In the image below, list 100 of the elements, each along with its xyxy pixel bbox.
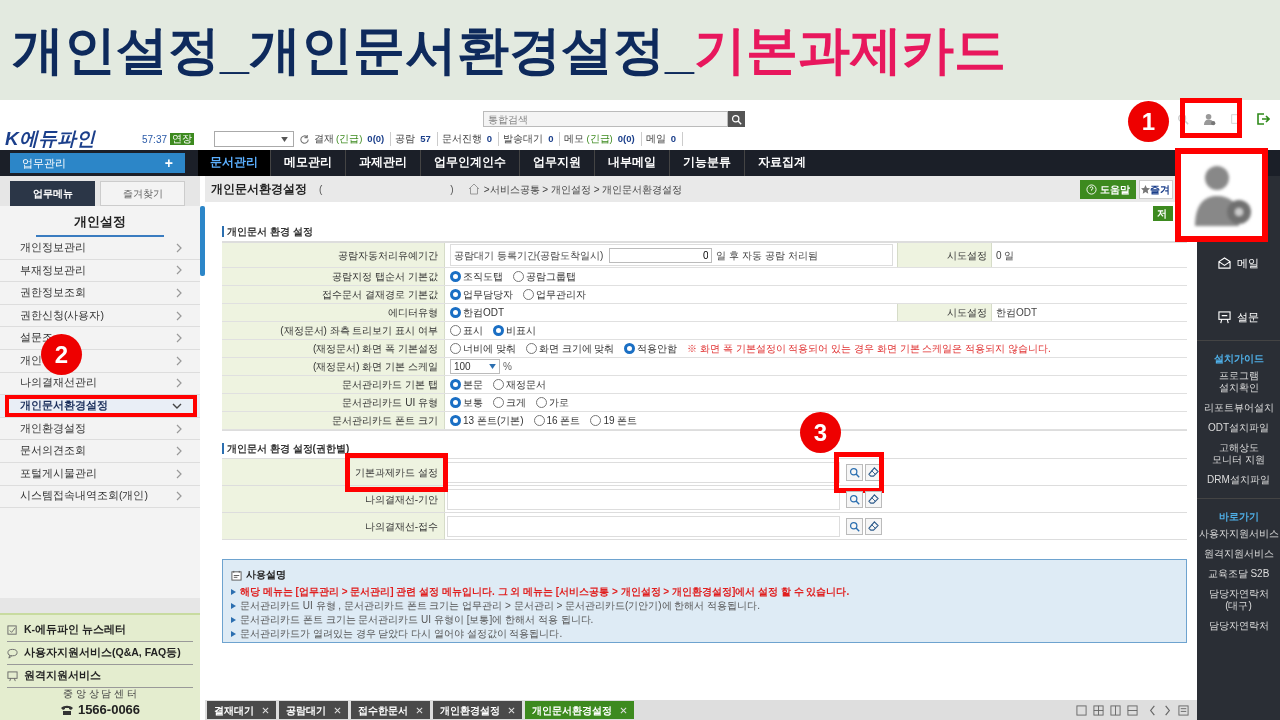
guide-text: 해당 메뉴는 [업무관리 > 문서관리] 관련 설정 메뉴입니다. 그 외 메뉴는 [서비스공통 > 개인설정 > 개인환경설정]에서 설정 할 수 있습니다. [240,585,850,599]
panel-link[interactable]: ODT설치파일 [1207,421,1270,434]
radio-button[interactable] [450,379,461,390]
open-page-tab[interactable]: 결재대기 [207,701,276,719]
chat-bubble-icon [7,647,18,659]
mail-icon [1218,257,1231,271]
radio-button[interactable] [493,379,504,390]
radio-button[interactable] [450,307,461,318]
clear-button[interactable] [865,517,882,535]
text-input[interactable] [447,488,840,510]
field-value: 한컴ODT [995,306,1039,320]
sidebar-menu-item[interactable]: 개인환경설정 [0,417,200,441]
radio-button[interactable] [450,271,461,282]
radio-button[interactable] [450,415,461,426]
panel-link[interactable]: 사용자지원서비스 [1198,527,1279,540]
guide-text: 문서관리카드가 열려있는 경우 닫았다 다시 열어야 설정값이 적용됩니다. [240,627,563,641]
number-input[interactable]: 0 [609,247,713,263]
next-icon[interactable] [1163,704,1172,716]
radio-label: 업무관리자 [536,288,586,302]
panel-link[interactable]: 교육조달 S2B [1207,567,1270,580]
radio-button[interactable] [493,325,504,336]
panel-link[interactable]: 고해상도 모니터 지원 [1212,441,1265,466]
radio-label: 화면 크기에 맞춰 [538,342,615,356]
user-settings-icon[interactable] [1203,112,1216,126]
caret-icon [281,136,289,142]
tab-list-icon[interactable] [1178,704,1189,716]
status-counter[interactable]: 메모 (긴급) 0(0) [564,131,642,147]
panel-link[interactable]: 담당자연락처 (대구) [1208,587,1269,612]
panel-link[interactable]: DRM설치파일 [1207,473,1270,486]
filter-dropdown[interactable] [214,131,295,147]
quick-link[interactable]: 설문 [1218,309,1259,326]
radio-button[interactable] [525,343,537,354]
panel-toggle-handle[interactable] [200,206,205,276]
field-label: 문서관리카드 기본 탭 [222,376,445,393]
open-page-tab[interactable]: 접수한문서 [351,701,430,719]
save-button[interactable]: 저 [1153,206,1173,221]
quick-link[interactable]: 메일 [1218,256,1259,272]
radio-button[interactable] [450,325,461,336]
status-counter[interactable]: 결재 (긴급) 0(0) [314,131,392,147]
extend-badge[interactable]: 연장 [170,133,195,145]
panel-link[interactable]: 담당자연락처 [1208,619,1269,632]
status-counter[interactable]: 메일 0 [645,131,683,147]
sidebar-tab[interactable]: 즐겨찾기 [100,181,185,206]
radio-button[interactable] [493,397,504,408]
radio-button[interactable] [624,343,636,354]
search-button[interactable] [846,463,863,481]
field-label: 접수문서 결재경로 기본값 [222,286,445,303]
guide-text: 문서관리카드 UI 유형 , 문서관리카드 폰트 크기는 업무관리 > 문서관리 > 문서관리카드(기안기)에 한해서 적용됩니다. [240,599,760,613]
grid-view-icon[interactable] [1093,704,1104,716]
logout-icon[interactable] [1256,112,1270,126]
business-menu-button[interactable]: 업무관리 + [10,153,185,173]
bookmark-button[interactable]: 즐겨 [1139,179,1173,199]
support-link[interactable]: K-에듀파인 뉴스레터 [7,619,193,642]
sidebar-tab[interactable]: 업무메뉴 [10,181,95,206]
text-input[interactable] [447,461,840,483]
refresh-icon[interactable] [299,133,311,145]
status-counter[interactable]: 발송대기 0 [503,131,561,147]
radio-button[interactable] [450,343,461,354]
search-field[interactable]: 통합검색 [483,111,728,127]
radio-button[interactable] [450,289,461,300]
open-page-tab[interactable]: 개인문서환경설정 [525,701,634,719]
presentation-icon [1218,311,1231,325]
sidebar-menu-item[interactable]: 부재정보관리 [0,259,200,283]
chevron-right-icon [174,446,182,457]
sidebar-menu-item[interactable]: 개인정보관리 [0,237,200,260]
sidebar-menu-item[interactable]: 시스템접속내역조회(개인) [0,485,200,509]
help-button[interactable]: 도움말 [1080,179,1136,199]
support-link[interactable]: 원격지원서비스 [7,665,193,688]
chevron-right-icon [174,288,182,298]
scale-dropdown[interactable]: 100 [450,359,500,374]
search-button[interactable] [728,111,745,127]
radio-label: 크게 [506,396,526,410]
support-link[interactable]: 사용자지원서비스(Q&A, FAQ등) [7,642,193,665]
sidebar-menu-item[interactable]: 권한정보조회 [0,282,200,305]
sidebar-menu-item[interactable]: 개인문서환경설정 [0,395,200,418]
text-input[interactable] [447,515,840,537]
search-icon[interactable] [1177,113,1189,125]
open-page-tab[interactable]: 개인환경설정 [433,701,522,719]
status-counter[interactable]: 공람 57 [395,131,438,147]
sidebar-menu-item[interactable]: 권한신청(사용자) [0,304,200,328]
radio-button[interactable] [590,415,602,426]
radio-button[interactable] [536,397,547,408]
nav-tab[interactable]: 문서관리 [198,150,270,176]
panel-link[interactable]: 원격지원서비스 [1203,547,1274,560]
single-view-icon[interactable] [1076,704,1087,716]
radio-button[interactable] [523,289,534,300]
panel-link[interactable]: 리포트뷰어설치 [1203,401,1274,414]
home-icon[interactable] [467,183,480,195]
stacked-view-icon[interactable] [1127,704,1138,716]
sidebar-menu-item[interactable]: 문서의견조회 [0,440,200,463]
previous-icon[interactable] [1148,704,1157,716]
open-page-tab[interactable]: 공람대기 [279,701,348,719]
status-counter[interactable]: 문서진행 0 [441,131,500,147]
split-view-icon[interactable] [1110,704,1121,716]
radio-button[interactable] [513,271,524,282]
search-button[interactable] [846,517,863,535]
radio-button[interactable] [450,397,461,408]
radio-button[interactable] [533,415,545,426]
panel-link[interactable]: 프로그램 설치확인 [1218,369,1259,394]
sidebar-menu-item[interactable]: 포털게시물관리 [0,462,200,486]
